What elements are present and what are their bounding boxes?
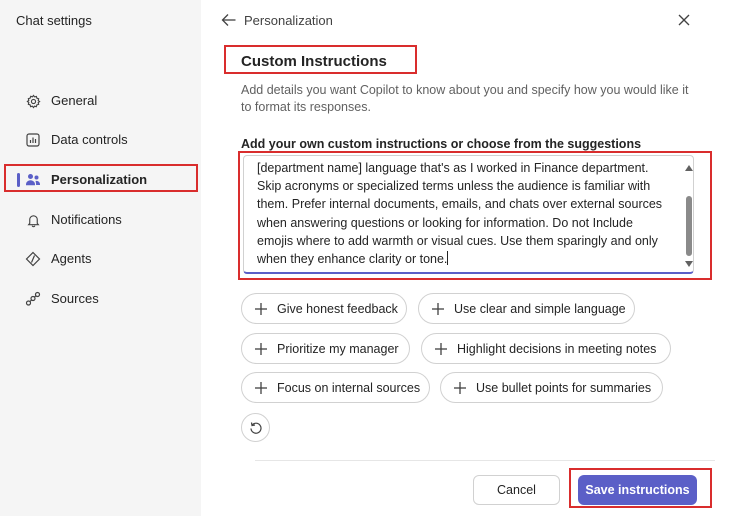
suggestion-label: Give honest feedback [277,301,398,316]
plus-icon [255,302,267,315]
refresh-icon [249,421,262,434]
suggestion-label: Focus on internal sources [277,380,421,395]
suggestion-chip[interactable]: Focus on internal sources [241,372,430,403]
instructions-label: Add your own custom instructions or choo… [241,137,642,151]
highlight-box [224,45,417,74]
plus-icon [255,342,267,355]
sidebar-item-data-controls[interactable]: Data controls [4,126,198,154]
plus-icon [435,342,447,355]
suggestion-chip[interactable]: Prioritize my manager [241,333,410,364]
plus-icon [432,302,444,315]
refresh-suggestions-button[interactable] [241,413,270,442]
cancel-button[interactable]: Cancel [473,475,560,505]
sidebar-item-label: General [51,93,98,108]
suggestion-label: Use clear and simple language [454,301,626,316]
sidebar-item-label: Notifications [51,212,122,227]
sidebar-item-sources[interactable]: Sources [4,285,198,313]
highlight-box [4,164,198,192]
plus-icon [454,381,466,394]
sidebar-item-general[interactable]: General [4,87,198,115]
sidebar-item-label: Sources [51,291,99,306]
plus-icon [255,381,267,394]
chart-icon [25,132,41,148]
footer-divider [255,460,715,461]
suggestion-chip[interactable]: Highlight decisions in meeting notes [421,333,671,364]
suggestion-chip[interactable]: Use clear and simple language [418,293,635,324]
sidebar-item-label: Data controls [51,132,128,147]
sidebar-title: Chat settings [16,13,92,28]
sidebar-item-agents[interactable]: Agents [4,245,198,273]
settings-sidebar: Chat settings General Data controls Pers… [0,0,201,516]
suggestion-chip[interactable]: Use bullet points for summaries [440,372,663,403]
arrow-left-icon[interactable] [220,11,238,29]
suggestion-label: Highlight decisions in meeting notes [457,341,657,356]
suggestion-label: Prioritize my manager [277,341,399,356]
highlight-box [569,468,712,508]
gear-icon [25,93,41,109]
suggestion-chip[interactable]: Give honest feedback [241,293,407,324]
page-title: Personalization [244,13,333,28]
sidebar-item-label: Agents [51,251,92,266]
sources-icon [25,291,41,307]
highlight-box [238,151,712,280]
section-description: Add details you want Copilot to know abo… [241,83,689,114]
bell-icon [25,212,41,228]
close-icon[interactable] [676,12,692,28]
sidebar-item-notifications[interactable]: Notifications [4,206,198,234]
suggestion-label: Use bullet points for summaries [476,380,652,395]
agents-icon [25,251,41,267]
